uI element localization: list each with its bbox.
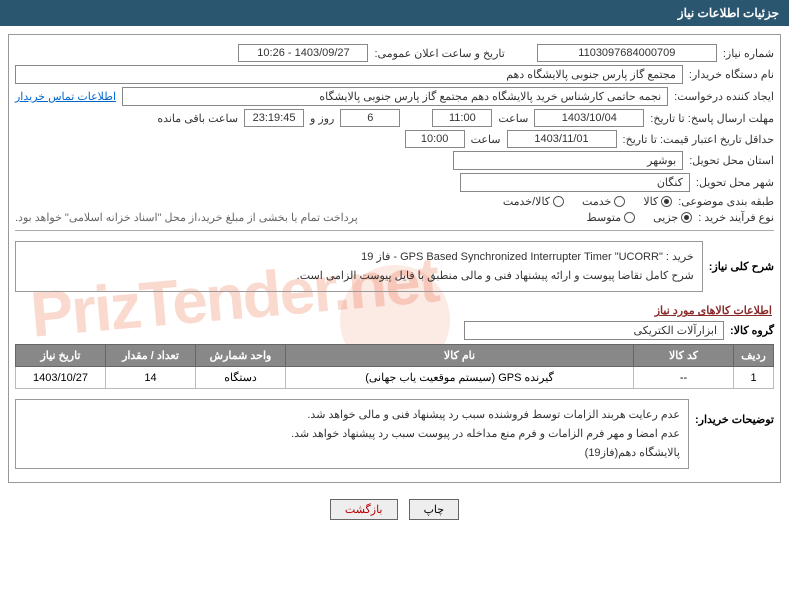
td-row: 1 bbox=[734, 367, 774, 389]
th-date: تاریخ نیاز bbox=[16, 345, 106, 367]
buyer-value: مجتمع گاز پارس جنوبی پالایشگاه دهم bbox=[15, 65, 683, 84]
buyer-notes-label: توضیحات خریدار: bbox=[695, 395, 774, 426]
td-date: 1403/10/27 bbox=[16, 367, 106, 389]
radio-medium-label: متوسط bbox=[587, 211, 622, 224]
city-value: کنگان bbox=[460, 173, 690, 192]
description-title: شرح کلی نیاز: bbox=[709, 260, 774, 273]
note-line-2: عدم امضا و مهر فرم الزامات و فرم منع مدا… bbox=[24, 425, 680, 444]
category-radio-group: کالا خدمت کالا/خدمت bbox=[503, 195, 672, 208]
th-row: ردیف bbox=[734, 345, 774, 367]
radio-medium[interactable] bbox=[624, 212, 635, 223]
days-label: روز و bbox=[310, 112, 334, 125]
radio-goods-service[interactable] bbox=[553, 196, 564, 207]
items-table: ردیف کد کالا نام کالا واحد شمارش تعداد /… bbox=[15, 344, 774, 389]
print-button[interactable]: چاپ bbox=[409, 499, 460, 520]
description-box: خرید : "GPS Based Synchronized Interrupt… bbox=[15, 241, 703, 292]
td-code: -- bbox=[634, 367, 734, 389]
radio-minor[interactable] bbox=[681, 212, 692, 223]
details-panel: شماره نیاز: 1103097684000709 تاریخ و ساع… bbox=[8, 34, 781, 483]
th-qty: تعداد / مقدار bbox=[106, 345, 196, 367]
td-name: گیرنده GPS (سیستم موقعیت یاب جهانی) bbox=[286, 367, 634, 389]
description-line-2: شرح کامل تقاضا پیوست و ارائه پیشنهاد فنی… bbox=[24, 267, 694, 286]
process-radio-group: جزیی متوسط bbox=[587, 211, 693, 224]
contact-buyer-link[interactable]: اطلاعات تماس خریدار bbox=[15, 90, 116, 103]
back-button[interactable]: بازگشت bbox=[330, 499, 398, 520]
deadline-time: 11:00 bbox=[432, 109, 492, 127]
note-line-1: عدم رعایت هربند الزامات توسط فروشنده سبب… bbox=[24, 406, 680, 425]
radio-goods[interactable] bbox=[661, 196, 672, 207]
category-label: طبقه بندی موضوعی: bbox=[678, 195, 774, 208]
deadline-label: مهلت ارسال پاسخ: تا تاریخ: bbox=[650, 112, 774, 125]
description-line-1: خرید : "GPS Based Synchronized Interrupt… bbox=[24, 248, 694, 267]
process-label: نوع فرآیند خرید : bbox=[698, 211, 774, 224]
table-row: 1 -- گیرنده GPS (سیستم موقعیت یاب جهانی)… bbox=[16, 367, 774, 389]
payment-note: پرداخت تمام یا بخشی از مبلغ خرید،از محل … bbox=[15, 211, 358, 224]
td-unit: دستگاه bbox=[196, 367, 286, 389]
announce-date-label: تاریخ و ساعت اعلان عمومی: bbox=[374, 47, 504, 60]
radio-goods-service-label: کالا/خدمت bbox=[503, 195, 550, 208]
deadline-date: 1403/10/04 bbox=[534, 109, 644, 127]
radio-minor-label: جزیی bbox=[653, 211, 678, 224]
days-remaining: 6 bbox=[340, 109, 400, 127]
need-no-label: شماره نیاز: bbox=[723, 47, 774, 60]
group-label: گروه کالا: bbox=[730, 324, 774, 337]
group-value: ابزارآلات الکتریکی bbox=[464, 321, 724, 340]
validity-time: 10:00 bbox=[405, 130, 465, 148]
remain-label: ساعت باقی مانده bbox=[157, 112, 238, 125]
province-value: بوشهر bbox=[453, 151, 683, 170]
radio-service-label: خدمت bbox=[582, 195, 611, 208]
validity-date: 1403/11/01 bbox=[507, 130, 617, 148]
province-label: استان محل تحویل: bbox=[689, 154, 774, 167]
time-label-2: ساعت bbox=[471, 133, 501, 146]
time-label-1: ساعت bbox=[498, 112, 528, 125]
page-header: جزئیات اطلاعات نیاز bbox=[0, 0, 789, 26]
city-label: شهر محل تحویل: bbox=[696, 176, 774, 189]
td-qty: 14 bbox=[106, 367, 196, 389]
th-code: کد کالا bbox=[634, 345, 734, 367]
validity-label: حداقل تاریخ اعتبار قیمت: تا تاریخ: bbox=[623, 133, 774, 146]
buyer-notes-box: عدم رعایت هربند الزامات توسط فروشنده سبب… bbox=[15, 399, 689, 469]
th-name: نام کالا bbox=[286, 345, 634, 367]
items-section-title: اطلاعات کالاهای مورد نیاز bbox=[17, 304, 772, 317]
radio-goods-label: کالا bbox=[643, 195, 658, 208]
radio-service[interactable] bbox=[614, 196, 625, 207]
buyer-label: نام دستگاه خریدار: bbox=[689, 68, 774, 81]
requester-value: نجمه حاتمی کارشناس خرید پالایشگاه دهم مج… bbox=[122, 87, 668, 106]
note-line-3: پالایشگاه دهم(فاز19) bbox=[24, 444, 680, 463]
announce-date-value: 1403/09/27 - 10:26 bbox=[238, 44, 368, 62]
th-unit: واحد شمارش bbox=[196, 345, 286, 367]
need-no-value: 1103097684000709 bbox=[537, 44, 717, 62]
button-bar: چاپ بازگشت bbox=[0, 491, 789, 528]
countdown-timer: 23:19:45 bbox=[244, 109, 304, 127]
requester-label: ایجاد کننده درخواست: bbox=[674, 90, 774, 103]
